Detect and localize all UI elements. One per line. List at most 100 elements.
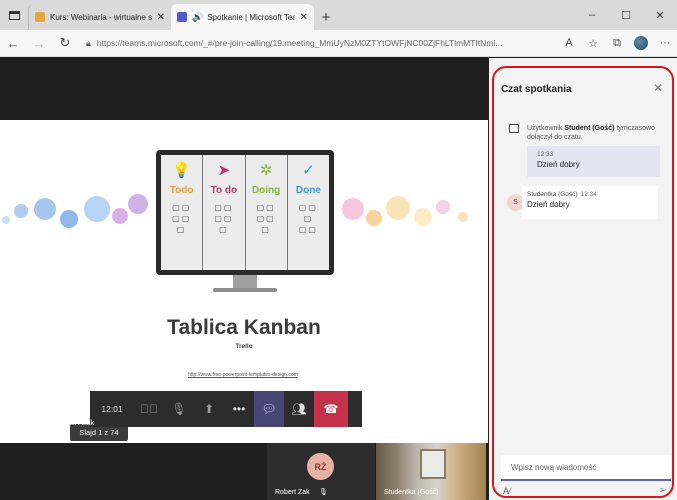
browser-tab-course[interactable]: Kurs: Webinaria - wirtualne sale ✕ bbox=[28, 4, 171, 30]
bokeh-decoration bbox=[34, 198, 56, 220]
participant-avatar: RŻ bbox=[307, 453, 334, 480]
bokeh-decoration bbox=[458, 212, 468, 222]
close-tab-icon[interactable]: ✕ bbox=[300, 12, 308, 23]
video-window-shape bbox=[420, 449, 446, 479]
camera-off-button[interactable]: ▮⃥ bbox=[134, 391, 164, 427]
teams-favicon-icon bbox=[177, 12, 187, 22]
bokeh-decoration bbox=[436, 200, 450, 214]
maximize-button[interactable]: ☐ bbox=[609, 0, 643, 30]
bokeh-decoration bbox=[2, 216, 10, 224]
meeting-chat-panel: Czat spotkania ✕ Użytkownik Student (Goś… bbox=[489, 58, 677, 500]
close-tab-icon[interactable]: ✕ bbox=[157, 12, 165, 23]
url-field[interactable]: 🔒︎ https://teams.microsoft.com/_#/pre-jo… bbox=[78, 33, 557, 53]
chat-join-icon bbox=[509, 124, 519, 133]
format-icon[interactable]: A⁄ bbox=[503, 486, 511, 496]
close-window-button[interactable]: ✕ bbox=[643, 0, 677, 30]
mic-muted-button[interactable]: 🎙︎ bbox=[164, 391, 194, 427]
audio-playing-icon[interactable]: 🔊 bbox=[192, 12, 203, 23]
lightbulb-icon: 💡 bbox=[172, 162, 191, 179]
gears-icon: ✲ bbox=[259, 162, 273, 179]
close-chat-button[interactable]: ✕ bbox=[653, 81, 663, 95]
arrow-icon: ➤ bbox=[217, 162, 231, 179]
browser-tab-bar: Kurs: Webinaria - wirtualne sale ✕ 🔊 Spo… bbox=[0, 0, 677, 30]
kanban-column-label: To do bbox=[210, 185, 238, 196]
system-message-user: Student (Gość) bbox=[564, 125, 615, 132]
meeting-stage: 💡 Todo ▢▢ ▢▢ ▢ ➤ To do ▢▢ ▢▢ ▢ ✲ Doing ▢▢ ▢▢ ▢… bbox=[0, 58, 488, 500]
message-compose-input[interactable]: Wpisz nową wiadomość bbox=[501, 455, 671, 481]
presenter-name: Robert Zak bbox=[57, 418, 95, 427]
share-screen-button[interactable]: ⬆ bbox=[194, 391, 224, 427]
tab-title: Kurs: Webinaria - wirtualne sale bbox=[50, 12, 152, 22]
monitor-stand bbox=[233, 275, 257, 289]
profile-avatar-icon[interactable] bbox=[634, 36, 648, 50]
bokeh-decoration bbox=[128, 194, 148, 214]
bokeh-decoration bbox=[60, 210, 78, 228]
tab-actions-button[interactable] bbox=[0, 0, 28, 30]
bokeh-decoration bbox=[414, 208, 432, 226]
lock-icon[interactable]: 🔒︎ bbox=[86, 38, 91, 49]
window-controls: – ☐ ✕ bbox=[575, 0, 677, 30]
bokeh-decoration bbox=[84, 196, 110, 222]
participant-tile-studentka[interactable]: Studentka (Gość) bbox=[376, 443, 486, 500]
message-text: Dzień dobry bbox=[527, 200, 570, 209]
kanban-column: ✲ Doing ▢▢ ▢▢ ▢ bbox=[246, 155, 288, 270]
favorites-icon[interactable]: ☆ bbox=[581, 37, 605, 50]
checkmark-icon: ✓ bbox=[302, 162, 315, 179]
system-message: Użytkownik Student (Gość) tymczasowo doł… bbox=[527, 124, 663, 142]
forward-button[interactable]: → bbox=[26, 36, 52, 51]
refresh-button[interactable]: ↻ bbox=[52, 35, 78, 51]
more-actions-button[interactable]: ••• bbox=[224, 391, 254, 427]
minimize-button[interactable]: – bbox=[575, 0, 609, 30]
chat-toggle-button[interactable]: 💬︎ bbox=[254, 391, 284, 427]
kanban-column-label: Todo bbox=[169, 185, 194, 196]
monitor-base bbox=[213, 288, 277, 292]
bokeh-decoration bbox=[366, 210, 382, 226]
bokeh-decoration bbox=[386, 196, 410, 220]
message-header: Studentka (Gość) 12:34 bbox=[527, 191, 658, 198]
message-time: 12:33 bbox=[537, 151, 554, 158]
more-options-icon[interactable]: ··· bbox=[653, 37, 677, 49]
bokeh-decoration bbox=[14, 204, 28, 218]
message-author: Studentka (Gość) bbox=[527, 191, 578, 198]
kanban-monitor-illustration: 💡 Todo ▢▢ ▢▢ ▢ ➤ To do ▢▢ ▢▢ ▢ ✲ Doing ▢▢ ▢▢ ▢… bbox=[156, 150, 334, 275]
kanban-column-label: Doing bbox=[251, 185, 281, 196]
hang-up-button[interactable]: ☎ bbox=[314, 391, 348, 427]
collections-icon[interactable]: ⧉ bbox=[605, 37, 629, 50]
kanban-board: 💡 Todo ▢▢ ▢▢ ▢ ➤ To do ▢▢ ▢▢ ▢ ✲ Doing ▢▢ ▢▢ ▢… bbox=[161, 155, 329, 270]
back-button[interactable]: ← bbox=[0, 36, 26, 51]
meeting-duration: 12:01 bbox=[101, 404, 123, 414]
participant-name: Studentka (Gość) bbox=[384, 489, 439, 496]
toolbar-icons: A ☆ ⧉ ··· bbox=[557, 36, 677, 50]
url-text: https://teams.microsoft.com/_#/pre-join-… bbox=[96, 38, 503, 48]
kanban-column: ➤ To do ▢▢ ▢▢ ▢ bbox=[203, 155, 246, 270]
participant-tile-robert[interactable]: RŻ Robert Zak 🎙︎ bbox=[267, 443, 375, 500]
moodle-favicon-icon bbox=[35, 12, 45, 22]
slide-footer-link: http://www.free-powerpoint-templates-des… bbox=[188, 372, 298, 378]
tab-actions-icon bbox=[8, 10, 20, 20]
kanban-cards: ▢▢▢▢▢ bbox=[172, 203, 192, 234]
kanban-cards: ▢▢▢▢▢ bbox=[298, 203, 318, 234]
message-time: 12:34 bbox=[580, 191, 597, 198]
kanban-column: 💡 Todo ▢▢ ▢▢ ▢ bbox=[161, 155, 204, 270]
tab-title: Spotkanie | Microsoft Teams bbox=[207, 12, 295, 22]
mic-icon: 🎙︎ bbox=[319, 489, 328, 496]
participant-name: Robert Zak bbox=[275, 489, 310, 496]
browser-tab-teams[interactable]: 🔊 Spotkanie | Microsoft Teams ✕ bbox=[171, 4, 314, 30]
meeting-controls-bar: 12:01 ▮⃥ 🎙︎ ⬆ ••• 💬︎ 👥︎ ☎ bbox=[90, 391, 362, 427]
address-bar: ← → ↻ 🔒︎ https://teams.microsoft.com/_#/… bbox=[0, 30, 677, 57]
system-message-prefix: Użytkownik bbox=[527, 125, 565, 132]
participants-button[interactable]: 👥︎ bbox=[284, 391, 314, 427]
slide-subtitle: Trello bbox=[235, 343, 253, 350]
kanban-column-label: Done bbox=[295, 185, 321, 196]
slide-title: Tablica Kanban bbox=[167, 316, 321, 339]
bokeh-decoration bbox=[112, 208, 128, 224]
kanban-cards: ▢▢▢▢▢ bbox=[214, 203, 234, 234]
kanban-cards: ▢▢▢▢▢ bbox=[256, 203, 276, 234]
bokeh-decoration bbox=[342, 198, 364, 220]
chat-message-own[interactable]: 12:33 Dzień dobry bbox=[527, 146, 660, 177]
chat-message-other[interactable]: Studentka (Gość) 12:34 Dzień dobry bbox=[522, 186, 658, 219]
read-aloud-icon[interactable]: A bbox=[557, 37, 581, 49]
send-icon[interactable]: ➢ bbox=[659, 485, 667, 496]
new-tab-button[interactable]: + bbox=[314, 4, 338, 30]
message-text: Dzień dobry bbox=[537, 160, 580, 169]
